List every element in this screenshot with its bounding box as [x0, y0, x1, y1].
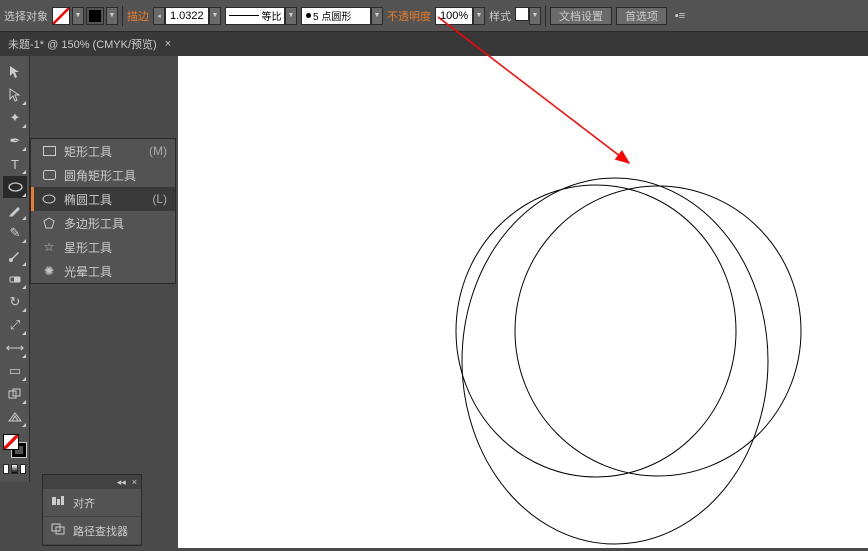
divider [545, 6, 546, 26]
stroke-preview: 等比 [225, 7, 285, 25]
preferences-button[interactable]: 首选项 [616, 7, 667, 25]
top-control-bar: 选择对象 ▼ ▼ 描边 ◂ 1.0322 ▼ 等比 ▼ 5 点圆形 ▼ 不透明度… [0, 0, 868, 32]
direct-selection-tool[interactable] [3, 84, 27, 106]
rounded-rect-icon [42, 170, 56, 180]
close-tab-icon[interactable]: × [165, 38, 171, 50]
pathfinder-panel-tab[interactable]: 路径查找器 [43, 517, 141, 545]
stroke-swatch[interactable] [86, 7, 104, 25]
stroke-dash-select[interactable]: 等比 ▼ [225, 7, 297, 25]
pen-tool[interactable]: ✒ [3, 130, 27, 152]
flyout-label: 星形工具 [64, 239, 112, 256]
shortcut: (M) [149, 144, 167, 158]
align-pathfinder-panel: ◂◂ × 对齐 路径查找器 [42, 474, 142, 546]
stroke-dropdown[interactable]: ▼ [106, 7, 118, 25]
brush-dot-icon [306, 13, 311, 18]
canvas-area [176, 56, 868, 548]
fill-stroke-toggle[interactable] [3, 434, 27, 458]
style-dropdown[interactable]: ▼ [529, 7, 541, 25]
ellipse-tool[interactable] [3, 176, 27, 198]
artwork-svg [178, 56, 868, 548]
stepper-down[interactable]: ◂ [153, 7, 165, 25]
panel-header[interactable]: ◂◂ × [43, 475, 141, 489]
color-mode-row [3, 464, 26, 474]
stroke-dash-dropdown[interactable]: ▼ [285, 7, 297, 25]
magic-wand-tool[interactable]: ✦ [3, 107, 27, 129]
eraser-tool[interactable] [3, 268, 27, 290]
fill-none-swatch[interactable] [52, 7, 70, 25]
brush-label: 5 点圆形 [313, 8, 351, 23]
tools-panel: ✦ ✒ T ✎ ↻ ⤢ ⟷ ▭ [0, 56, 30, 482]
polygon-tool-item[interactable]: 多边形工具 [31, 211, 175, 235]
polygon-icon [42, 217, 56, 229]
color-mode-gradient[interactable] [11, 464, 17, 474]
select-target-label: 选择对象 [4, 8, 48, 24]
perspective-grid-tool[interactable] [3, 406, 27, 428]
document-setup-button[interactable]: 文档设置 [550, 7, 612, 25]
document-tab[interactable]: 未题-1* @ 150% (CMYK/预览) × [0, 32, 868, 56]
style-label: 样式 [489, 8, 511, 24]
stroke-weight-dropdown[interactable]: ▼ [209, 7, 221, 25]
style-swatch[interactable] [515, 7, 529, 21]
width-tool[interactable]: ⟷ [3, 337, 27, 359]
rectangle-tool-item[interactable]: 矩形工具 (M) [31, 139, 175, 163]
fill-stroke-swatches[interactable]: ▼ ▼ [52, 7, 118, 25]
brush-dropdown[interactable]: ▼ [371, 7, 383, 25]
rounded-rectangle-tool-item[interactable]: 圆角矩形工具 [31, 163, 175, 187]
ellipse-tool-item[interactable]: 椭圆工具 (L) [31, 187, 175, 211]
panel-close-icon[interactable]: × [132, 477, 137, 487]
divider [122, 6, 123, 26]
pathfinder-icon [51, 523, 65, 538]
flare-tool-item[interactable]: ✺ 光晕工具 [31, 259, 175, 283]
artboard[interactable] [178, 56, 868, 548]
scale-tool[interactable]: ⤢ [3, 314, 27, 336]
shortcut: (L) [152, 192, 167, 206]
rotate-tool[interactable]: ↻ [3, 291, 27, 313]
align-label: 对齐 [73, 495, 95, 511]
shape-builder-tool[interactable] [3, 383, 27, 405]
opacity-dropdown[interactable]: ▼ [473, 7, 485, 25]
star-icon: ☆ [42, 240, 56, 254]
free-transform-tool[interactable]: ▭ [3, 360, 27, 382]
opacity-label[interactable]: 不透明度 [387, 8, 431, 24]
pencil-tool[interactable]: ✎ [3, 222, 27, 244]
flyout-label: 椭圆工具 [64, 191, 112, 208]
flyout-label: 光晕工具 [64, 263, 112, 280]
stroke-weight-input[interactable]: 1.0322 [165, 7, 209, 25]
flare-icon: ✺ [42, 264, 56, 278]
flyout-label: 圆角矩形工具 [64, 167, 136, 184]
style-select[interactable]: ▼ [515, 7, 541, 25]
menu-icon[interactable]: ▪≡ [671, 7, 689, 25]
shape-tool-flyout: 矩形工具 (M) 圆角矩形工具 椭圆工具 (L) 多边形工具 ☆ 星形工具 ✺ … [30, 138, 176, 284]
flyout-label: 多边形工具 [64, 215, 124, 232]
brush-preview: 5 点圆形 [301, 7, 371, 25]
type-tool[interactable]: T [3, 153, 27, 175]
flyout-label: 矩形工具 [64, 143, 112, 160]
fill-color[interactable] [3, 434, 19, 450]
ellipse-icon [42, 194, 56, 204]
brush-select[interactable]: 5 点圆形 ▼ [301, 7, 383, 25]
color-mode-solid[interactable] [3, 464, 9, 474]
pathfinder-label: 路径查找器 [73, 523, 128, 539]
align-panel-tab[interactable]: 对齐 [43, 489, 141, 517]
stroke-weight-stepper[interactable]: ◂ 1.0322 ▼ [153, 7, 221, 25]
rectangle-icon [42, 146, 56, 156]
fill-dropdown[interactable]: ▼ [72, 7, 84, 25]
opacity-input[interactable]: 100% [435, 7, 473, 25]
paintbrush-tool[interactable] [3, 199, 27, 221]
color-mode-none[interactable] [20, 464, 26, 474]
stroke-label[interactable]: 描边 [127, 8, 149, 24]
opacity-field[interactable]: 100% ▼ [435, 7, 485, 25]
doctab-title: 未题-1* @ 150% (CMYK/预览) [8, 36, 157, 52]
selection-tool[interactable] [3, 61, 27, 83]
star-tool-item[interactable]: ☆ 星形工具 [31, 235, 175, 259]
align-icon [51, 495, 65, 510]
panel-collapse-icon[interactable]: ◂◂ [117, 477, 126, 488]
blob-brush-tool[interactable] [3, 245, 27, 267]
